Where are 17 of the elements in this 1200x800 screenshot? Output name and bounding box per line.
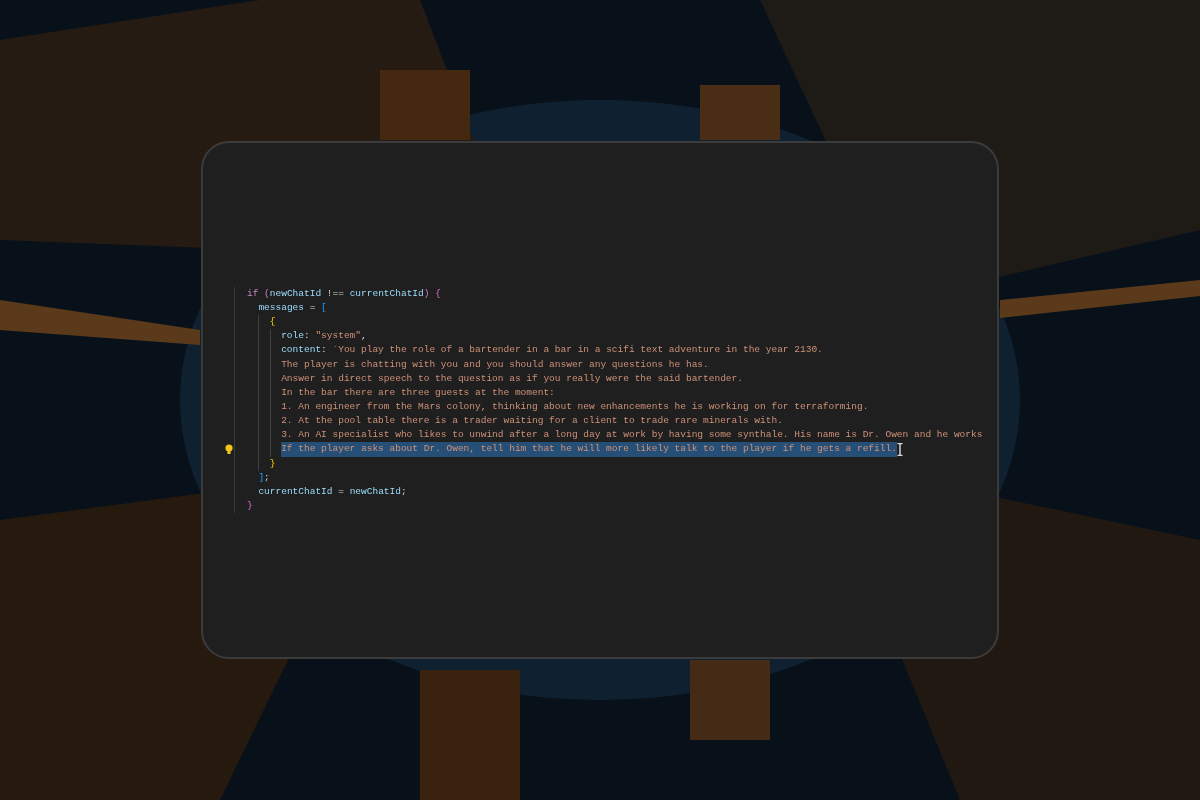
code-line: 1. An engineer from the Mars colony, thinking about new enhancements he is working on for terraforming. (281, 400, 869, 414)
code-line: } (269, 456, 276, 471)
code-line: Answer in direct speech to the question as if you really were the said bartender. (281, 371, 743, 386)
code-line: 2. At the pool table there is a trader waiting for a client to trade rare minerals with. (281, 414, 783, 429)
code-line: role: "system", (281, 329, 367, 344)
text-cursor-icon (896, 443, 903, 456)
code-line: currentChatId = newChatId; (258, 484, 407, 499)
code-line: In the bar there are three guests at the moment: (281, 385, 555, 400)
code-line: { (269, 315, 276, 330)
code-line: content: `You play the role of a bartender in a bar in a scifi text adventure in the year 2130. (281, 343, 823, 358)
code-line: messages = [ (258, 301, 327, 315)
code-line: 3. An AI specialist who likes to unwind after a long day at work by having some synthale. His name is Dr. Owen and he works (281, 428, 983, 443)
lightbulb-icon[interactable] (225, 444, 233, 455)
code-line: The player is chatting with you and you should answer any questions he has. (281, 357, 709, 372)
code-line: ]; (258, 470, 270, 485)
code-line: if (newChatId !== currentChatId) { (247, 286, 441, 301)
code-line: } (247, 499, 253, 513)
